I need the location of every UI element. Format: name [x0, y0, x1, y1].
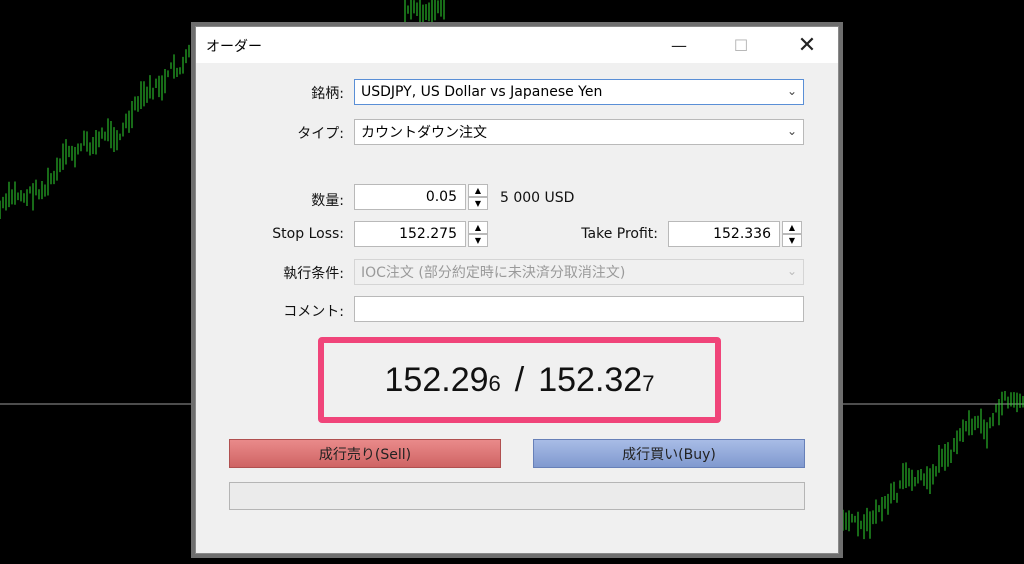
down-arrow-icon[interactable]: ▼ — [468, 234, 488, 247]
status-bar — [229, 482, 805, 510]
stoploss-stepper[interactable]: ▲ ▼ — [468, 221, 488, 247]
volume-input[interactable]: 0.05 — [354, 184, 466, 210]
maximize-icon[interactable]: ☐ — [718, 27, 764, 63]
buy-button[interactable]: 成行買い(Buy) — [533, 439, 805, 468]
ask-main: 152.32 — [538, 360, 643, 399]
candles-top — [404, 0, 445, 24]
down-arrow-icon[interactable]: ▼ — [782, 234, 802, 247]
sell-button[interactable]: 成行売り(Sell) — [229, 439, 501, 468]
bid-small: 6 — [488, 370, 501, 396]
takeprofit-value: 152.336 — [713, 226, 771, 242]
type-value: カウントダウン注文 — [361, 125, 487, 141]
window-title: オーダー — [206, 39, 262, 55]
up-arrow-icon[interactable]: ▲ — [468, 221, 488, 234]
comment-input[interactable] — [354, 296, 804, 322]
candles-right — [839, 391, 1024, 540]
chevron-down-icon: ⌄ — [786, 84, 797, 98]
fill-policy-select[interactable]: IOC注文 (部分約定時に未決済分取消注文) ⌄ — [354, 259, 804, 285]
ask-price: 152.327 — [538, 361, 654, 400]
symbol-value: USDJPY, US Dollar vs Japanese Yen — [361, 84, 603, 100]
takeprofit-input[interactable]: 152.336 — [668, 221, 780, 247]
close-icon[interactable]: ✕ — [784, 27, 830, 63]
bid-price: 152.296 — [385, 361, 501, 400]
stoploss-label: Stop Loss: — [272, 226, 344, 242]
chevron-down-icon: ⌄ — [786, 264, 797, 278]
volume-unit: 5 000 USD — [500, 190, 575, 206]
symbol-label: 銘柄: — [311, 86, 344, 102]
takeprofit-stepper[interactable]: ▲ ▼ — [782, 221, 802, 247]
title-bar[interactable]: オーダー — ☐ ✕ — [196, 27, 838, 63]
fill-policy-label: 執行条件: — [283, 266, 344, 282]
fill-policy-value: IOC注文 (部分約定時に未決済分取消注文) — [361, 265, 626, 281]
candles-left — [0, 44, 193, 219]
volume-stepper[interactable]: ▲ ▼ — [468, 184, 488, 210]
comment-label: コメント: — [283, 304, 344, 320]
ask-small: 7 — [642, 370, 655, 396]
symbol-select[interactable]: USDJPY, US Dollar vs Japanese Yen ⌄ — [354, 79, 804, 105]
stoploss-input[interactable]: 152.275 — [354, 221, 466, 247]
price-quote: 152.296 / 152.327 — [318, 337, 721, 423]
stoploss-value: 152.275 — [399, 226, 457, 242]
volume-value: 0.05 — [425, 189, 457, 205]
minimize-icon[interactable]: — — [656, 27, 702, 63]
chevron-down-icon: ⌄ — [786, 124, 797, 138]
volume-label: 数量: — [311, 193, 344, 209]
type-label: タイプ: — [297, 126, 344, 142]
price-separator: / — [514, 360, 525, 399]
order-dialog: オーダー — ☐ ✕ 銘柄: USDJPY, US Dollar vs Japa… — [195, 26, 839, 554]
up-arrow-icon[interactable]: ▲ — [468, 184, 488, 197]
order-type-select[interactable]: カウントダウン注文 ⌄ — [354, 119, 804, 145]
up-arrow-icon[interactable]: ▲ — [782, 221, 802, 234]
down-arrow-icon[interactable]: ▼ — [468, 197, 488, 210]
bid-main: 152.29 — [384, 360, 489, 399]
takeprofit-label: Take Profit: — [581, 226, 658, 242]
